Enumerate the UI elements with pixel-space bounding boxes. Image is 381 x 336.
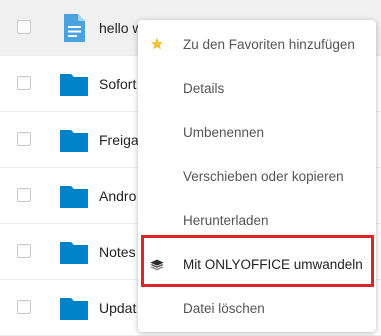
file-name[interactable]: Andro <box>99 188 136 204</box>
menu-item-label: Details <box>183 80 225 96</box>
menu-item-label: Umbenennen <box>183 124 265 140</box>
menu-item-rename[interactable]: Umbenennen <box>138 110 376 154</box>
file-name[interactable]: Freigal <box>99 132 142 148</box>
row-checkbox[interactable] <box>17 132 31 146</box>
layers-icon <box>149 256 165 272</box>
file-name[interactable]: Sofort <box>99 76 136 92</box>
menu-item-label: Datei löschen <box>183 300 265 316</box>
row-checkbox[interactable] <box>17 76 31 90</box>
folder-icon <box>60 298 88 320</box>
file-name[interactable]: Updat <box>99 300 136 316</box>
menu-item-details[interactable]: Details <box>138 66 376 110</box>
file-name[interactable]: Notes <box>99 244 136 260</box>
file-name[interactable]: hello w <box>99 20 143 36</box>
row-checkbox[interactable] <box>17 300 31 314</box>
document-icon <box>64 14 85 42</box>
row-checkbox[interactable] <box>17 20 31 34</box>
menu-item-move-copy[interactable]: Verschieben oder kopieren <box>138 154 376 198</box>
menu-item-download[interactable]: Herunterladen <box>138 198 376 242</box>
row-checkbox[interactable] <box>17 244 31 258</box>
folder-icon <box>60 130 88 152</box>
menu-item-label: Verschieben oder kopieren <box>183 168 344 184</box>
menu-item-label: Zu den Favoriten hinzufügen <box>183 36 355 52</box>
folder-icon <box>60 74 88 96</box>
folder-icon <box>60 186 88 208</box>
menu-item-label: Herunterladen <box>183 212 269 228</box>
folder-icon <box>60 242 88 264</box>
menu-item-convert-onlyoffice[interactable]: Mit ONLYOFFICE umwandeln <box>138 242 376 286</box>
menu-item-label: Mit ONLYOFFICE umwandeln <box>183 256 363 272</box>
context-menu: Zu den Favoriten hinzufügen Details Umbe… <box>138 20 376 332</box>
star-icon <box>149 36 165 52</box>
menu-item-delete[interactable]: Datei löschen <box>138 286 376 330</box>
menu-item-add-favorite[interactable]: Zu den Favoriten hinzufügen <box>138 22 376 66</box>
row-checkbox[interactable] <box>17 188 31 202</box>
